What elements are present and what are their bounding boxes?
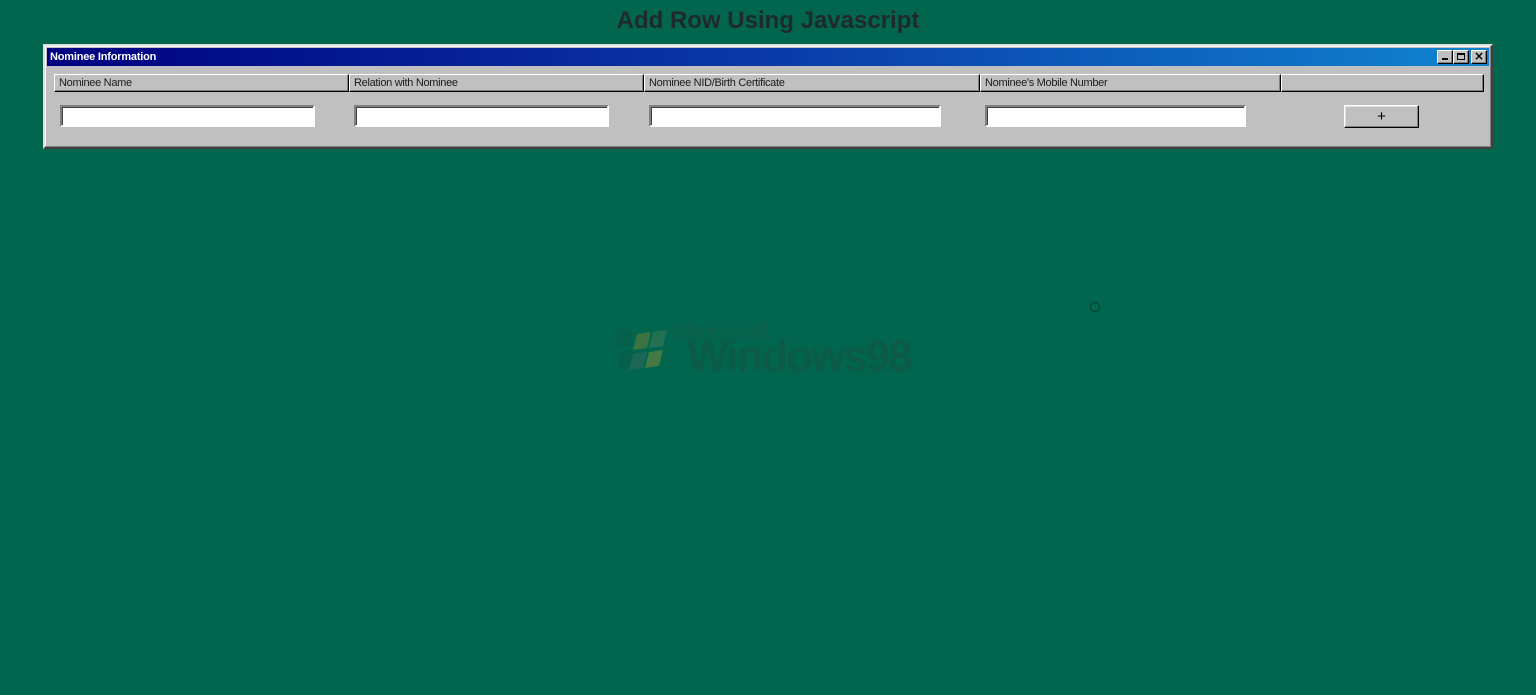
minimize-button[interactable]	[1437, 50, 1453, 64]
nominee-information-window: Nominee Information × Nominee Name Relat…	[43, 44, 1493, 149]
column-header-nominee-name: Nominee Name	[54, 74, 349, 92]
relation-input[interactable]	[354, 105, 609, 127]
nominee-name-input[interactable]	[60, 105, 315, 127]
close-button[interactable]: ×	[1471, 49, 1487, 64]
add-row-button[interactable]: +	[1344, 105, 1419, 128]
cursor-indicator	[1090, 302, 1100, 312]
column-header-relation: Relation with Nominee	[349, 74, 644, 92]
table-header-row: Nominee Name Relation with Nominee Nomin…	[54, 74, 1484, 92]
column-header-mobile: Nominee's Mobile Number	[980, 74, 1281, 92]
window-title: Nominee Information	[50, 51, 157, 63]
minimize-icon	[1442, 58, 1448, 60]
close-icon: ×	[1473, 49, 1485, 63]
column-header-nid: Nominee NID/Birth Certificate	[644, 74, 980, 92]
watermark-brand-large: Windows98	[687, 332, 913, 381]
maximize-button[interactable]	[1453, 50, 1469, 64]
nid-input[interactable]	[649, 105, 941, 127]
page-title: Add Row Using Javascript	[616, 7, 920, 34]
window-title-bar[interactable]: Nominee Information ×	[47, 48, 1489, 66]
maximize-icon	[1457, 53, 1465, 60]
column-header-action	[1281, 74, 1484, 92]
windows98-logo: Microsoft Windows98	[613, 318, 925, 381]
window-controls: ×	[1437, 49, 1489, 64]
table-row: +	[54, 103, 1484, 129]
mobile-number-input[interactable]	[985, 105, 1246, 127]
